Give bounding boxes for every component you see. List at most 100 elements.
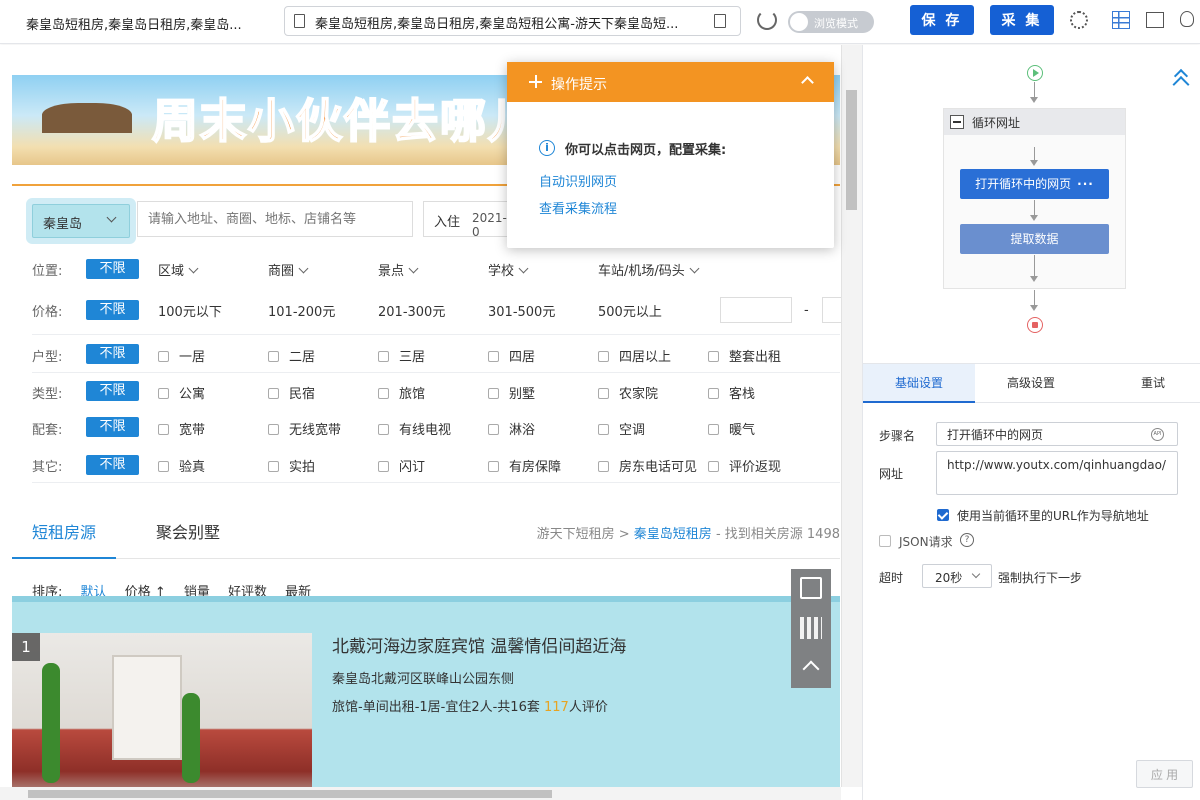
listing-item[interactable]: 1 北戴河海边家庭宾馆 温馨情侣间超近海 秦皇岛北戴河区联峰山公园东侧 旅馆-单… — [12, 596, 840, 800]
qr-code-icon[interactable] — [800, 617, 822, 639]
checkbox[interactable] — [708, 461, 719, 472]
checkbox[interactable] — [158, 461, 169, 472]
city-select[interactable]: 秦皇岛 — [32, 204, 130, 238]
extract-data-node[interactable]: 提取数据 — [960, 224, 1109, 254]
search-input[interactable] — [137, 201, 413, 237]
url-textarea[interactable]: http://www.youtx.com/qinhuangdao/ — [936, 451, 1178, 495]
gear-icon[interactable] — [1070, 11, 1088, 29]
checkbox[interactable] — [598, 351, 609, 362]
filter-option[interactable]: 商圈 — [268, 260, 307, 279]
page-tab-title[interactable]: 秦皇岛短租房,秦皇岛日租房,秦皇岛... — [26, 14, 256, 33]
loop-header[interactable]: 循环网址 — [944, 109, 1125, 135]
filter-checkbox[interactable]: 公寓 — [158, 383, 205, 402]
filter-checkbox[interactable]: 闪订 — [378, 456, 425, 475]
tab-short-rental[interactable]: 短租房源 — [32, 519, 96, 543]
checkbox[interactable] — [488, 424, 499, 435]
filter-checkbox[interactable]: 农家院 — [598, 383, 658, 402]
filter-any-badge[interactable]: 不限 — [86, 259, 139, 279]
tab-basic-settings[interactable]: 基础设置 — [863, 364, 975, 403]
filter-option[interactable]: 学校 — [488, 260, 527, 279]
filter-option[interactable]: 201-300元 — [378, 301, 445, 320]
open-loop-page-node[interactable]: 打开循环中的网页 ··· — [960, 169, 1109, 199]
filter-checkbox[interactable]: 三居 — [378, 346, 425, 365]
more-icon[interactable]: ··· — [1077, 177, 1094, 191]
save-button[interactable]: 保 存 — [910, 5, 974, 35]
checkbox[interactable] — [268, 351, 279, 362]
json-request-checkbox[interactable] — [879, 535, 891, 547]
table-view-icon[interactable] — [1112, 11, 1130, 29]
address-bar[interactable]: 秦皇岛短租房,秦皇岛日租房,秦皇岛短租公寓-游天下秦皇岛短... — [284, 6, 741, 36]
filter-checkbox[interactable]: 评价返现 — [708, 456, 781, 475]
collapse-loop-icon[interactable] — [950, 115, 964, 129]
auto-detect-link[interactable]: 自动识别网页 — [539, 171, 617, 190]
filter-checkbox[interactable]: 有房保障 — [488, 456, 561, 475]
filter-checkbox[interactable]: 有线电视 — [378, 419, 451, 438]
checkbox[interactable] — [488, 461, 499, 472]
step-name-input[interactable] — [936, 422, 1178, 446]
checkbox[interactable] — [708, 388, 719, 399]
checkin-date[interactable]: 入住 2021-0 — [423, 201, 513, 239]
collapse-icon[interactable] — [801, 76, 814, 89]
tip-header[interactable]: 操作提示 — [507, 62, 834, 102]
filter-option[interactable]: 车站/机场/码头 — [598, 260, 698, 279]
filter-checkbox[interactable]: 淋浴 — [488, 419, 535, 438]
filter-checkbox[interactable]: 四居 — [488, 346, 535, 365]
min-price-input[interactable] — [720, 297, 792, 323]
filter-checkbox[interactable]: 客栈 — [708, 383, 755, 402]
max-price-input[interactable] — [822, 297, 842, 323]
use-loop-url-checkbox[interactable] — [937, 509, 949, 521]
collapse-panel-icon[interactable] — [1173, 68, 1189, 84]
filter-option[interactable]: 区域 — [158, 260, 197, 279]
filter-any-badge[interactable]: 不限 — [86, 381, 139, 401]
tab-party-villa[interactable]: 聚会别墅 — [156, 519, 220, 543]
filter-option[interactable]: 500元以上 — [598, 301, 662, 320]
api-icon[interactable]: API — [1151, 428, 1164, 441]
review-count[interactable]: 117 — [544, 700, 569, 715]
edit-page-icon[interactable] — [714, 14, 726, 28]
horizontal-scrollbar[interactable] — [0, 787, 841, 800]
filter-checkbox[interactable]: 实拍 — [268, 456, 315, 475]
browse-mode-toggle[interactable]: 浏览模式 — [788, 11, 874, 33]
filter-any-badge[interactable]: 不限 — [86, 455, 139, 475]
checkbox[interactable] — [378, 461, 389, 472]
breadcrumb-city-link[interactable]: 秦皇岛短租房 — [634, 527, 712, 542]
checkbox[interactable] — [158, 388, 169, 399]
checkbox[interactable] — [268, 388, 279, 399]
checkbox[interactable] — [598, 388, 609, 399]
filter-checkbox[interactable]: 民宿 — [268, 383, 315, 402]
checkbox[interactable] — [488, 388, 499, 399]
filter-any-badge[interactable]: 不限 — [86, 344, 139, 364]
filter-checkbox[interactable]: 空调 — [598, 419, 645, 438]
filter-checkbox[interactable]: 整套出租 — [708, 346, 781, 365]
checkbox[interactable] — [378, 388, 389, 399]
listing-photo[interactable] — [12, 633, 312, 800]
filter-checkbox[interactable]: 二居 — [268, 346, 315, 365]
flow-view-icon[interactable] — [1146, 12, 1164, 28]
checkbox[interactable] — [158, 351, 169, 362]
filter-option[interactable]: 301-500元 — [488, 301, 555, 320]
help-icon[interactable]: ? — [960, 533, 974, 547]
checkbox[interactable] — [268, 461, 279, 472]
filter-checkbox[interactable]: 宽带 — [158, 419, 205, 438]
apply-button[interactable]: 应 用 — [1136, 760, 1193, 788]
filter-option[interactable]: 景点 — [378, 260, 417, 279]
tab-retry[interactable]: 重试 — [1097, 364, 1200, 403]
end-node-icon[interactable] — [1027, 317, 1043, 333]
filter-any-badge[interactable]: 不限 — [86, 300, 139, 320]
filter-checkbox[interactable]: 旅馆 — [378, 383, 425, 402]
filter-option[interactable]: 101-200元 — [268, 301, 335, 320]
timeout-select[interactable]: 20秒 — [922, 564, 992, 588]
checkbox[interactable] — [598, 461, 609, 472]
checkbox[interactable] — [708, 351, 719, 362]
back-to-top-icon[interactable] — [802, 660, 820, 678]
scroll-thumb[interactable] — [846, 90, 857, 210]
checkbox[interactable] — [488, 351, 499, 362]
checkbox[interactable] — [378, 424, 389, 435]
start-node-icon[interactable] — [1027, 65, 1043, 81]
filter-checkbox[interactable]: 验真 — [158, 456, 205, 475]
checkbox[interactable] — [378, 351, 389, 362]
filter-checkbox[interactable]: 房东电话可见 — [598, 456, 697, 475]
view-flow-link[interactable]: 查看采集流程 — [539, 198, 617, 217]
collect-button[interactable]: 采 集 — [990, 5, 1054, 35]
checkbox[interactable] — [158, 424, 169, 435]
